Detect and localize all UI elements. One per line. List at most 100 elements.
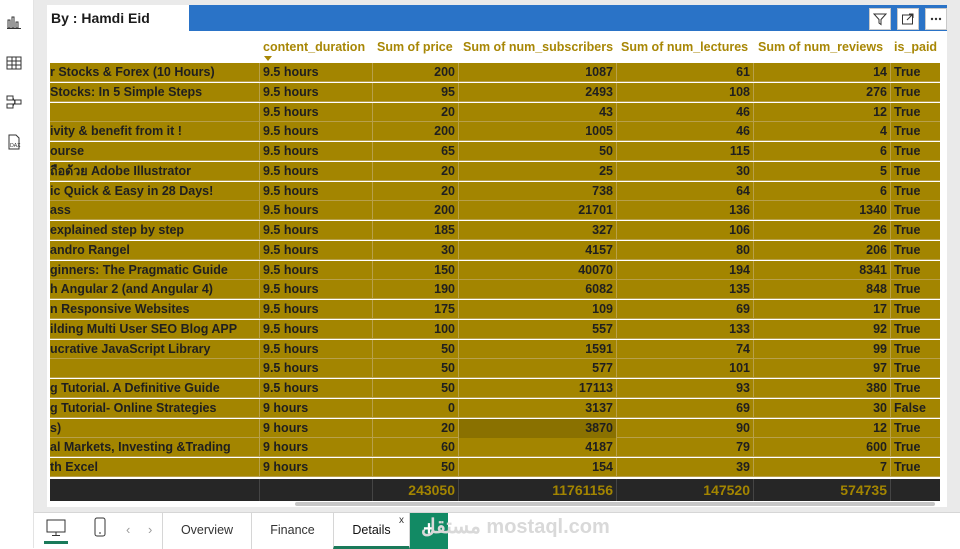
cell-reviews: 12 (754, 102, 891, 122)
table-visual[interactable]: By : Hamdi Eid content_duration Sum of p… (47, 5, 947, 507)
cell-content-duration: 9 hours (260, 418, 373, 438)
desktop-layout-icon[interactable] (46, 519, 66, 542)
cell-reviews: 4 (754, 122, 891, 142)
table-row[interactable]: ourse 9.5 hours 65 50 115 6 True (50, 142, 940, 161)
total-lectures: 147520 (617, 479, 754, 501)
cell-price: 50 (373, 379, 459, 398)
cell-reviews: 276 (754, 82, 891, 102)
table-row[interactable]: ilding Multi User SEO Blog APP 9.5 hours 1… (50, 319, 940, 339)
table-row[interactable]: ginners: The Pragmatic Guide 9.5 hours 150… (50, 260, 940, 280)
table-row[interactable]: g Tutorial- Online Strategies 9 hours 0 313… (50, 398, 940, 418)
cell-title (50, 359, 260, 379)
cell-content-duration: 9.5 hours (260, 181, 373, 201)
cell-is-paid: True (894, 341, 921, 356)
cell-reviews: 17 (754, 300, 891, 319)
cell-title: ucrative JavaScript Library (50, 339, 260, 359)
cell-subscribers: 1591 (459, 339, 617, 359)
cell-content-duration: 9 hours (260, 438, 373, 458)
cell-is-paid: True (894, 321, 921, 336)
focus-mode-icon[interactable] (897, 8, 919, 30)
col-header-sum-price[interactable]: Sum of price (377, 40, 453, 58)
cell-price: 20 (373, 181, 459, 201)
table-row[interactable]: 9.5 hours 20 43 46 12 True (50, 102, 940, 122)
filter-icon[interactable] (869, 8, 891, 30)
cell-title: ass (50, 201, 260, 221)
cell-is-paid: True (894, 420, 921, 435)
cell-subscribers: 40070 (459, 260, 617, 280)
cell-lectures: 108 (617, 82, 754, 102)
cell-title: explained step by step (50, 221, 260, 240)
tab-overview[interactable]: Overview (162, 513, 251, 549)
cell-lectures: 136 (617, 201, 754, 221)
cell-content-duration: 9.5 hours (260, 82, 373, 102)
cell-lectures: 80 (617, 240, 754, 260)
cell-is-paid: True (894, 262, 921, 277)
cell-subscribers: 1087 (459, 63, 617, 82)
table-row[interactable]: s) 9 hours 20 3870 90 12 True (50, 418, 940, 438)
cell-content-duration: 9.5 hours (260, 260, 373, 280)
table-row[interactable]: n Responsive Websites 9.5 hours 175 109 69 17… (50, 300, 940, 319)
model-view-icon[interactable] (6, 94, 22, 110)
close-icon[interactable]: x (399, 504, 404, 538)
chevron-left-icon[interactable]: ‹ (126, 522, 130, 537)
col-header-content-duration[interactable]: content_duration (263, 40, 365, 58)
desktop-layout-indicator (44, 541, 68, 544)
dax-query-icon[interactable]: DAX (6, 134, 22, 150)
table-row[interactable]: Stocks: In 5 Simple Steps 9.5 hours 95 2493… (50, 82, 940, 102)
col-header-sum-subscribers[interactable]: Sum of num_subscribers (463, 40, 613, 58)
cell-price: 150 (373, 260, 459, 280)
visual-header: By : Hamdi Eid (47, 5, 947, 31)
table-row[interactable]: 9.5 hours 50 577 101 97 True (50, 359, 940, 379)
cell-price: 50 (373, 339, 459, 359)
table-row[interactable]: ass 9.5 hours 200 21701 136 1340 True (50, 201, 940, 221)
cell-reviews: 8341 (754, 260, 891, 280)
cell-reviews: 206 (754, 240, 891, 260)
cell-title: ourse (50, 142, 260, 161)
cell-subscribers: 3870 (459, 418, 617, 438)
cell-is-paid: True (894, 144, 921, 158)
table-row[interactable]: h Angular 2 (and Angular 4) 9.5 hours 190 6… (50, 280, 940, 300)
table-row[interactable]: th Excel 9 hours 50 154 39 7 True (50, 458, 940, 477)
cell-is-paid: True (894, 223, 921, 237)
sort-descending-icon (264, 56, 272, 61)
table-row[interactable]: al Markets, Investing &Trading 9 hours 60 4… (50, 438, 940, 458)
report-view-icon[interactable] (6, 14, 22, 30)
cell-content-duration: 9 hours (260, 458, 373, 477)
table-row[interactable]: r Stocks & Forex (10 Hours) 9.5 hours 200 1… (50, 63, 940, 82)
cell-is-paid: True (894, 381, 921, 395)
cell-is-paid: True (894, 242, 921, 257)
table-view-icon[interactable] (6, 55, 22, 71)
horizontal-scrollbar[interactable] (295, 502, 935, 506)
cell-subscribers: 738 (459, 181, 617, 201)
chevron-right-icon[interactable]: › (148, 522, 152, 537)
cell-subscribers: 154 (459, 458, 617, 477)
svg-text:DAX: DAX (10, 143, 21, 149)
tab-details[interactable]: Details x (333, 513, 410, 549)
cell-is-paid: True (894, 84, 921, 99)
cell-subscribers: 4157 (459, 240, 617, 260)
cell-lectures: 39 (617, 458, 754, 477)
cell-title: n Responsive Websites (50, 300, 260, 319)
table-row[interactable]: ic Quick & Easy in 28 Days! 9.5 hours 20 73… (50, 181, 940, 201)
cell-price: 20 (373, 418, 459, 438)
table-row[interactable]: ถือด้วย Adobe Illustrator 9.5 hours 20 25 30… (50, 161, 940, 181)
tab-finance[interactable]: Finance (251, 513, 333, 549)
cell-price: 95 (373, 82, 459, 102)
cell-reviews: 14 (754, 63, 891, 82)
cell-is-paid: True (894, 302, 921, 316)
table-row[interactable]: ucrative JavaScript Library 9.5 hours 50 15… (50, 339, 940, 359)
table-row[interactable]: g Tutorial. A Definitive Guide 9.5 hours 5… (50, 379, 940, 398)
mobile-layout-icon[interactable] (94, 517, 106, 542)
cell-lectures: 79 (617, 438, 754, 458)
col-header-sum-reviews[interactable]: Sum of num_reviews (758, 40, 883, 58)
totals-row: 243050 11761156 147520 574735 (50, 479, 940, 501)
table-row[interactable]: explained step by step 9.5 hours 185 327 106… (50, 221, 940, 240)
cell-price: 175 (373, 300, 459, 319)
col-header-sum-lectures[interactable]: Sum of num_lectures (621, 40, 748, 58)
more-options-icon[interactable] (925, 8, 947, 30)
col-header-is-paid[interactable]: is_paid (894, 40, 937, 58)
table-row[interactable]: andro Rangel 9.5 hours 30 4157 80 206 True (50, 240, 940, 260)
cell-reviews: 6 (754, 142, 891, 161)
cell-reviews: 7 (754, 458, 891, 477)
table-row[interactable]: ivity & benefit from it ! 9.5 hours 200 100… (50, 122, 940, 142)
